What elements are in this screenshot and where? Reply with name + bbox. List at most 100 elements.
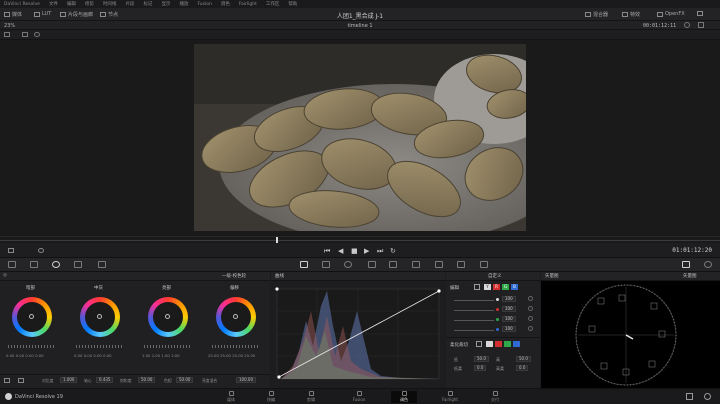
high-soft-value[interactable]: 0.0 [516,365,529,371]
lightbox-button[interactable] [697,11,705,16]
low-soft-value[interactable]: 0.0 [474,365,487,371]
offset-wheel-handle[interactable] [233,314,238,319]
offset-master-wheel[interactable] [212,345,260,348]
g-intensity-slider[interactable] [454,320,494,321]
r-intensity-slider[interactable] [454,310,494,311]
high-value[interactable]: 50.0 [516,356,531,362]
menu-item[interactable]: 调色 [221,1,230,7]
pivot-value[interactable]: 0.435 [96,377,114,383]
page-tab[interactable]: Fairlight [437,391,463,403]
link-icon[interactable] [474,284,480,290]
g-reset-icon[interactable] [528,316,533,321]
low-value[interactable]: 50.0 [474,356,489,362]
camera-raw-icon[interactable] [8,261,16,268]
menu-item[interactable]: 时间线 [103,1,117,7]
scrubber[interactable] [0,236,720,243]
page-tab[interactable]: 剪辑 [298,391,324,403]
g-channel-button[interactable]: G [502,284,509,290]
blur-icon[interactable] [412,261,420,268]
go-start-icon[interactable]: ⏮ [324,247,330,256]
soft-clip-b-button[interactable] [513,341,520,347]
viewer-mode-icon[interactable] [4,32,10,37]
b-channel-button[interactable]: B [511,284,518,290]
page-tab[interactable]: 交付 [482,391,508,403]
page-tab[interactable]: 媒体 [218,391,244,403]
key-icon[interactable] [435,261,443,268]
menu-item[interactable]: 标记 [143,1,152,7]
loop-icon[interactable]: ↻ [390,247,396,255]
audio-icon[interactable] [38,248,44,253]
y-reset-icon[interactable] [528,296,533,301]
gain-wheel-handle[interactable] [165,314,170,319]
gain-master-wheel[interactable] [144,345,192,348]
stop-icon[interactable]: ■ [351,247,358,255]
page-tab[interactable]: 快编 [258,391,284,403]
window-icon[interactable] [344,261,352,268]
reverse-icon[interactable]: ◀ [338,247,343,255]
menu-item[interactable]: Fairlight [239,2,257,7]
primaries-title[interactable]: 一级-校色轮 [222,273,246,279]
lift-master-wheel[interactable] [8,345,56,348]
sizing-icon[interactable] [457,261,465,268]
fullscreen-icon[interactable] [698,22,704,28]
curve-graph[interactable] [271,281,445,388]
home-icon[interactable] [686,393,693,400]
y-intensity-slider[interactable] [454,300,494,301]
hdr-icon[interactable] [74,261,82,268]
magic-mask-icon[interactable] [389,261,397,268]
contrast-value[interactable]: 1.000 [60,377,78,383]
menu-item[interactable]: 文件 [49,1,58,7]
adjust-tools-icon[interactable] [4,378,10,383]
r-reset-icon[interactable] [528,306,533,311]
scrub-track[interactable] [0,240,720,241]
b-intensity-slider[interactable] [454,330,494,331]
openfx-button[interactable]: OpenFX [657,11,685,17]
y-channel-button[interactable]: Y [484,284,491,290]
saturation-value[interactable]: 50.00 [138,377,156,383]
search-icon[interactable] [684,22,690,28]
soft-clip-link-icon[interactable] [476,341,482,347]
curve-mode[interactable]: 自定义 [488,273,502,279]
tracker-icon[interactable] [368,261,376,268]
info-icon[interactable] [704,261,712,268]
menu-item[interactable]: 播放 [179,1,188,7]
menu-item[interactable]: 编辑 [67,1,76,7]
auto-balance-icon[interactable] [18,378,24,383]
split-icon[interactable] [22,32,28,37]
menu-item[interactable]: 片段 [125,1,134,7]
gamma-master-wheel[interactable] [76,345,124,348]
gamma-wheel-handle[interactable] [97,314,102,319]
lum-mix-value[interactable]: 100.00 [236,377,256,383]
r-channel-button[interactable]: R [493,284,500,290]
qualifier-icon[interactable] [322,261,330,268]
menu-item[interactable]: Fusion [197,2,211,7]
wipe-icon[interactable] [34,32,40,37]
menu-item[interactable]: 修剪 [85,1,94,7]
rgb-mixer-icon[interactable] [98,261,106,268]
scopes-icon[interactable] [682,261,690,268]
menu-item[interactable]: 显示 [161,1,170,7]
soft-clip-r-button[interactable] [495,341,502,347]
pen-icon[interactable] [8,248,14,253]
lift-wheel-handle[interactable] [29,314,34,319]
y-value[interactable]: 100 [502,296,516,302]
menu-item[interactable]: 工作区 [266,1,280,7]
menu-item[interactable]: 帮助 [288,1,297,7]
g-value[interactable]: 100 [502,316,516,322]
effects-button[interactable]: 特效 [622,11,640,18]
b-value[interactable]: 100 [502,326,516,332]
scope-mode[interactable]: 矢量图 [683,273,697,279]
page-tab[interactable]: 调色 [391,391,417,403]
hue-value[interactable]: 50.00 [176,377,194,383]
menu-item[interactable]: DaVinci Resolve [4,2,40,7]
mixer-button[interactable]: 混合器 [585,11,608,18]
r-value[interactable]: 100 [502,306,516,312]
timeline-name[interactable]: timeline 1 [0,23,720,29]
soft-clip-g-button[interactable] [504,341,511,347]
b-reset-icon[interactable] [528,326,533,331]
3d-icon[interactable] [480,261,488,268]
go-end-icon[interactable]: ⏭ [377,247,383,256]
soft-clip-y-button[interactable] [486,341,493,347]
page-tab[interactable]: Fusion [346,391,372,403]
play-icon[interactable]: ▶ [364,247,369,255]
